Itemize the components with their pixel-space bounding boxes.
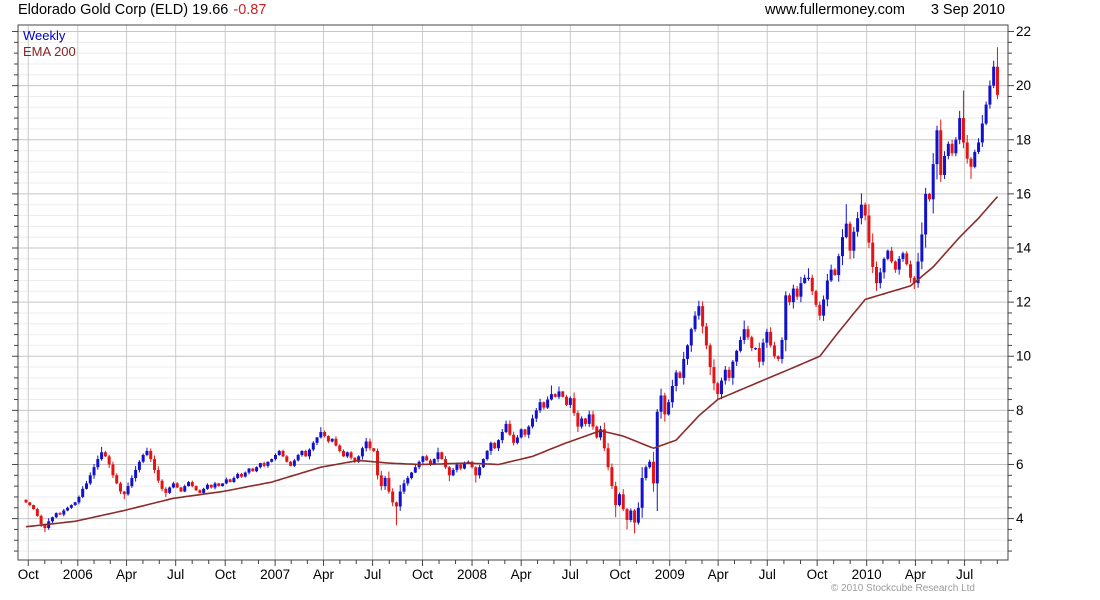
y-axis-label: 20 — [1016, 78, 1031, 93]
x-axis-label: 2006 — [63, 567, 93, 582]
y-axis-label: 18 — [1016, 132, 1031, 147]
y-axis-label: 12 — [1016, 295, 1031, 310]
x-axis-label: 2010 — [852, 567, 882, 582]
x-axis-label: Jul — [562, 567, 579, 582]
x-axis-label: Apr — [708, 567, 730, 582]
price-chart-canvas: 4 6 8 10 12 14 16 18 20 22 Oct 2006 Apr Jul Oct 2007 Apr… — [12, 24, 1032, 582]
chart-legend: Weekly EMA 200 — [23, 28, 76, 60]
x-axis-label: Oct — [807, 567, 828, 582]
x-axis-label: Oct — [412, 567, 433, 582]
y-axis-label: 16 — [1016, 186, 1031, 201]
x-axis-label: Apr — [511, 567, 533, 582]
x-axis: Oct 2006 Apr Jul Oct 2007 Apr Jul Oct 2008 Apr Jul O… — [18, 560, 998, 582]
copyright-label: © 2010 Stockcube Research Ltd — [830, 583, 975, 594]
x-axis-label: Apr — [313, 567, 335, 582]
y-axis-label: 6 — [1016, 457, 1024, 472]
x-axis-label: 2009 — [655, 567, 685, 582]
x-axis-label: Jul — [956, 567, 973, 582]
x-axis-label: Jul — [364, 567, 381, 582]
x-axis-label: Oct — [609, 567, 630, 582]
x-axis-label: Oct — [18, 567, 39, 582]
y-axis-label: 4 — [1016, 511, 1024, 526]
x-axis-label: 2007 — [260, 567, 290, 582]
legend-timeframe: Weekly — [23, 28, 66, 43]
x-axis-label: Jul — [759, 567, 776, 582]
y-axis-label: 22 — [1016, 24, 1031, 39]
x-axis-label: Apr — [116, 567, 138, 582]
y-axis-label: 8 — [1016, 403, 1024, 418]
x-axis-label: Oct — [215, 567, 236, 582]
x-axis-label: 2008 — [457, 567, 487, 582]
x-axis-label: Apr — [905, 567, 927, 582]
legend-ema: EMA 200 — [23, 44, 76, 59]
chart-window: Eldorado Gold Corp (ELD) 19.66 -0.87 www.… — [0, 0, 1100, 600]
y-axis-label: 14 — [1016, 240, 1032, 255]
x-axis-label: Jul — [167, 567, 184, 582]
y-axis-label: 10 — [1016, 349, 1031, 364]
